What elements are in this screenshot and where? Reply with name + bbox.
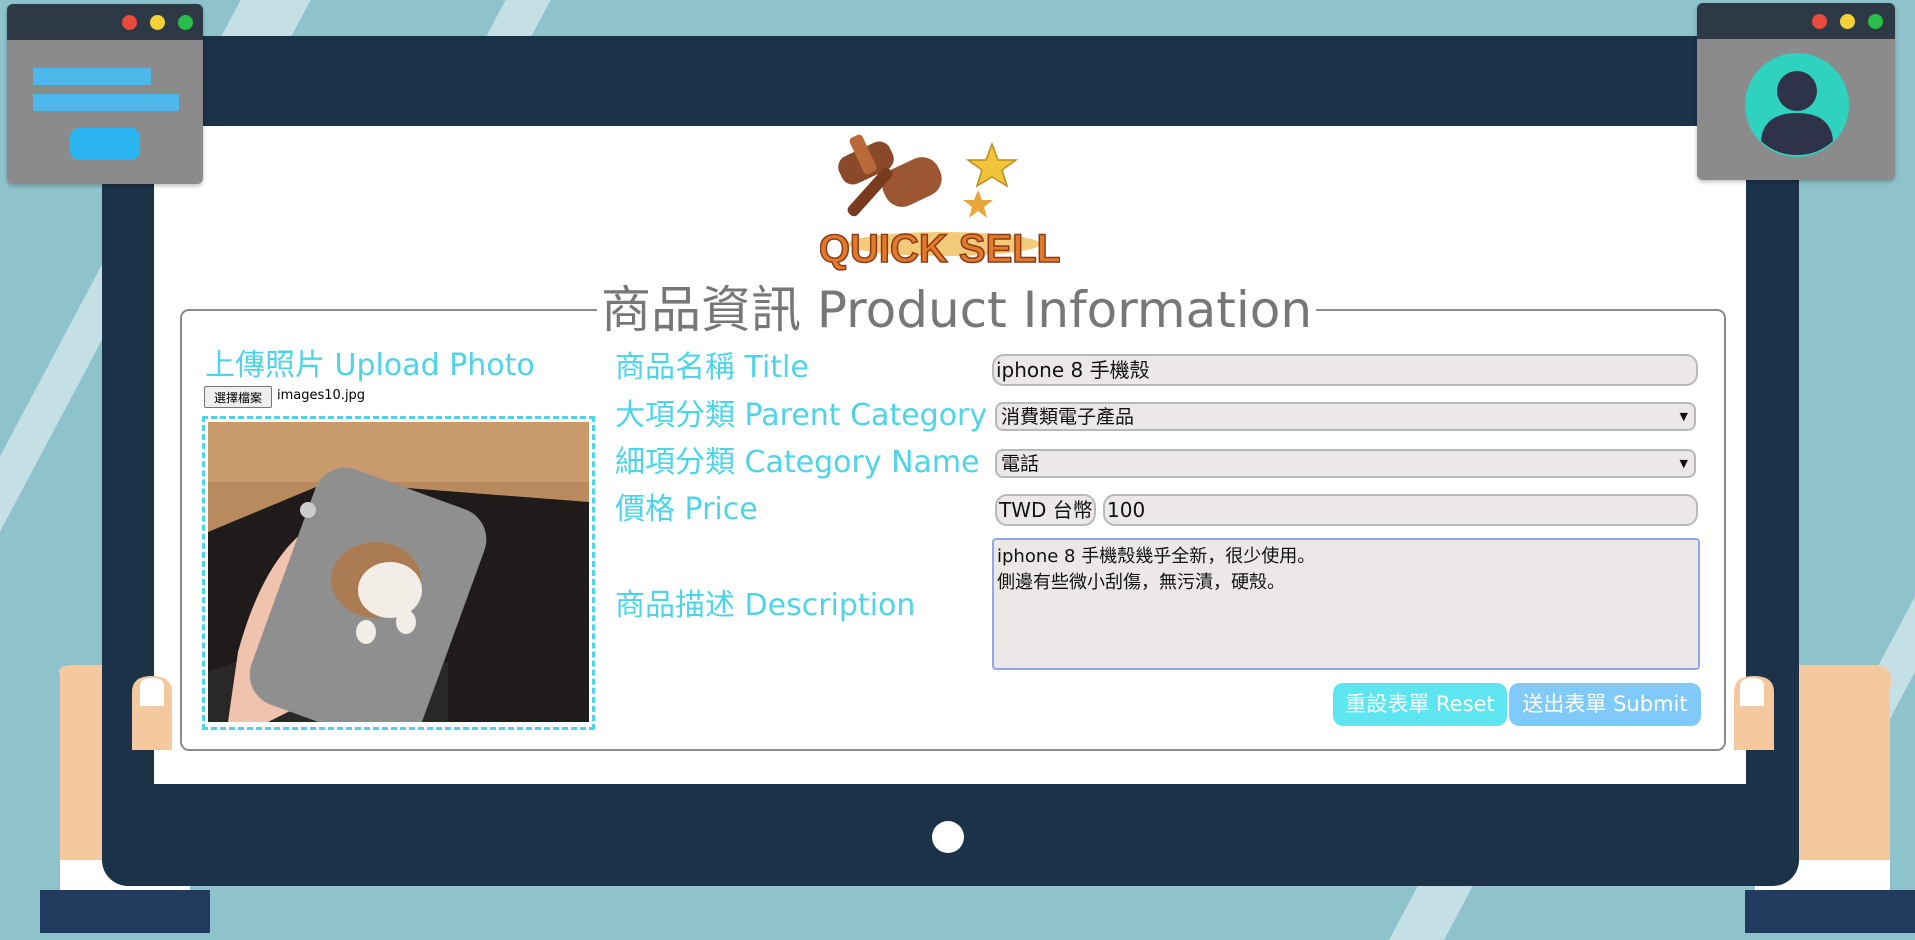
submit-button[interactable]: 送出表單 Submit — [1509, 683, 1701, 726]
window-button-shape — [70, 128, 140, 160]
browser-window-icon — [7, 4, 203, 184]
user-window-icon — [1697, 3, 1895, 180]
panel-legend: 商品資訊 Product Information — [601, 281, 1313, 339]
logo-text: QUICK SELL — [820, 227, 1060, 271]
file-name-text: images10.jpg — [277, 388, 366, 403]
description-label: 商品描述 Description — [615, 588, 916, 623]
category-name-select[interactable]: 電話 ▼ — [995, 449, 1696, 478]
bg-stripe — [484, 0, 551, 40]
right-thumb — [1734, 676, 1774, 750]
parent-category-label: 大項分類 Parent Category — [615, 398, 988, 433]
minimize-dot-icon — [150, 15, 165, 30]
close-dot-icon — [122, 15, 137, 30]
title-input[interactable]: iphone 8 手機殼 — [992, 354, 1698, 386]
title-label: 商品名稱 Title — [615, 350, 809, 385]
upload-photo-label: 上傳照片 Upload Photo — [205, 348, 535, 383]
quick-sell-logo: QUICK SELL — [820, 134, 1060, 272]
category-name-value: 電話 — [1001, 453, 1040, 475]
window-line — [33, 68, 151, 85]
dropdown-arrow-icon: ▼ — [1679, 410, 1688, 423]
user-avatar-icon — [1745, 53, 1849, 157]
currency-field: TWD 台幣 — [995, 494, 1096, 526]
price-label: 價格 Price — [615, 492, 758, 527]
home-button — [932, 821, 964, 853]
price-input[interactable]: 100 — [1103, 494, 1698, 526]
product-photo — [208, 422, 589, 722]
parent-category-value: 消費類電子產品 — [1001, 406, 1135, 428]
minimize-dot-icon — [1840, 14, 1855, 29]
reset-button[interactable]: 重設表單 Reset — [1333, 683, 1507, 726]
window-line — [33, 94, 179, 111]
close-dot-icon — [1812, 14, 1827, 29]
left-thumb — [132, 676, 172, 750]
bg-stripe — [219, 0, 311, 40]
choose-file-button[interactable]: 選擇檔案 — [204, 386, 272, 408]
star-icon — [965, 141, 1019, 188]
bg-stripe — [1389, 880, 1476, 940]
category-name-label: 細項分類 Category Name — [615, 445, 980, 480]
dropdown-arrow-icon: ▼ — [1679, 457, 1688, 470]
description-textarea[interactable]: iphone 8 手機殼幾乎全新，很少使用。 側邊有些微小刮傷，無污漬，硬殼。 — [992, 538, 1700, 670]
maximize-dot-icon — [1868, 14, 1883, 29]
gavel-icon — [838, 134, 942, 217]
star-icon — [963, 190, 993, 218]
maximize-dot-icon — [178, 15, 193, 30]
parent-category-select[interactable]: 消費類電子產品 ▼ — [995, 402, 1696, 431]
